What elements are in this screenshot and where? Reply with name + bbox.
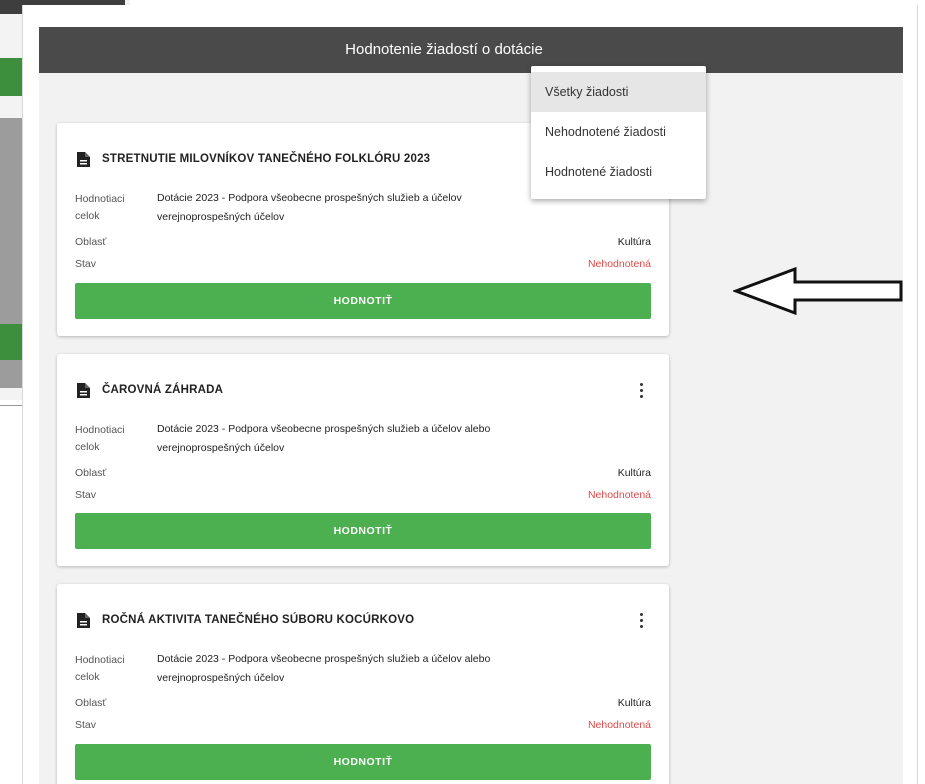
evaluation-unit-value: Dotácie 2023 - Podpora všeobecne prospeš…: [157, 653, 491, 684]
evaluation-unit-value: Dotácie 2023 - Podpora všeobecne prospeš…: [157, 423, 491, 454]
status-value: Nehodnotená: [587, 489, 651, 501]
status-label: Stav: [75, 258, 97, 270]
evaluation-unit-label: Hodnotiaci celok: [75, 654, 125, 683]
status-value: Nehodnotená: [587, 719, 651, 731]
background-green-button: [0, 58, 22, 96]
evaluation-unit-label: Hodnotiaci celok: [75, 193, 125, 222]
card-title: ROČNÁ AKTIVITA TANEČNÉHO SÚBORU KOCÚRKOV…: [102, 614, 415, 626]
area-value: Kultúra: [617, 236, 651, 248]
filter-menu: Všetky žiadosti Nehodnotené žiadosti Hod…: [531, 66, 706, 199]
application-card: ČAROVNÁ ZÁHRADA Hodnotiaci celok Dotácie…: [57, 354, 669, 566]
evaluation-dialog: Hodnotenie žiadostí o dotácie STRETNUTIE…: [22, 5, 918, 784]
more-options-icon[interactable]: [635, 380, 647, 400]
left-arrow-icon: [733, 266, 903, 316]
background-green-button: [0, 324, 22, 360]
status-value: Nehodnotená: [587, 258, 651, 270]
evaluate-button[interactable]: HODNOTIŤ: [75, 283, 651, 319]
evaluation-unit-label: Hodnotiaci celok: [75, 424, 125, 453]
dialog-title: Hodnotenie žiadostí o dotácie: [345, 41, 543, 58]
dialog-header: Hodnotenie žiadostí o dotácie: [39, 27, 903, 73]
menu-item-all[interactable]: Všetky žiadosti: [531, 72, 706, 112]
background-divider: [0, 405, 22, 406]
evaluate-button[interactable]: HODNOTIŤ: [75, 744, 651, 780]
menu-item-evaluated[interactable]: Hodnotené žiadosti: [531, 152, 706, 192]
area-label: Oblasť: [75, 236, 107, 248]
card-title: STRETNUTIE MILOVNÍKOV TANEČNÉHO FOLKLÓRU…: [102, 153, 431, 165]
more-options-icon[interactable]: [635, 610, 647, 630]
status-label: Stav: [75, 719, 97, 731]
area-value: Kultúra: [617, 467, 651, 479]
dialog-content: Hodnotenie žiadostí o dotácie STRETNUTIE…: [39, 27, 903, 784]
status-label: Stav: [75, 489, 97, 501]
document-icon: [77, 151, 90, 167]
menu-item-unevaluated[interactable]: Nehodnotené žiadosti: [531, 112, 706, 152]
area-label: Oblasť: [75, 697, 107, 709]
area-label: Oblasť: [75, 467, 107, 479]
area-value: Kultúra: [617, 697, 651, 709]
document-icon: [77, 612, 90, 628]
card-title: ČAROVNÁ ZÁHRADA: [102, 384, 224, 396]
document-icon: [77, 382, 90, 398]
evaluate-button[interactable]: HODNOTIŤ: [75, 513, 651, 549]
application-card: ROČNÁ AKTIVITA TANEČNÉHO SÚBORU KOCÚRKOV…: [57, 584, 669, 784]
